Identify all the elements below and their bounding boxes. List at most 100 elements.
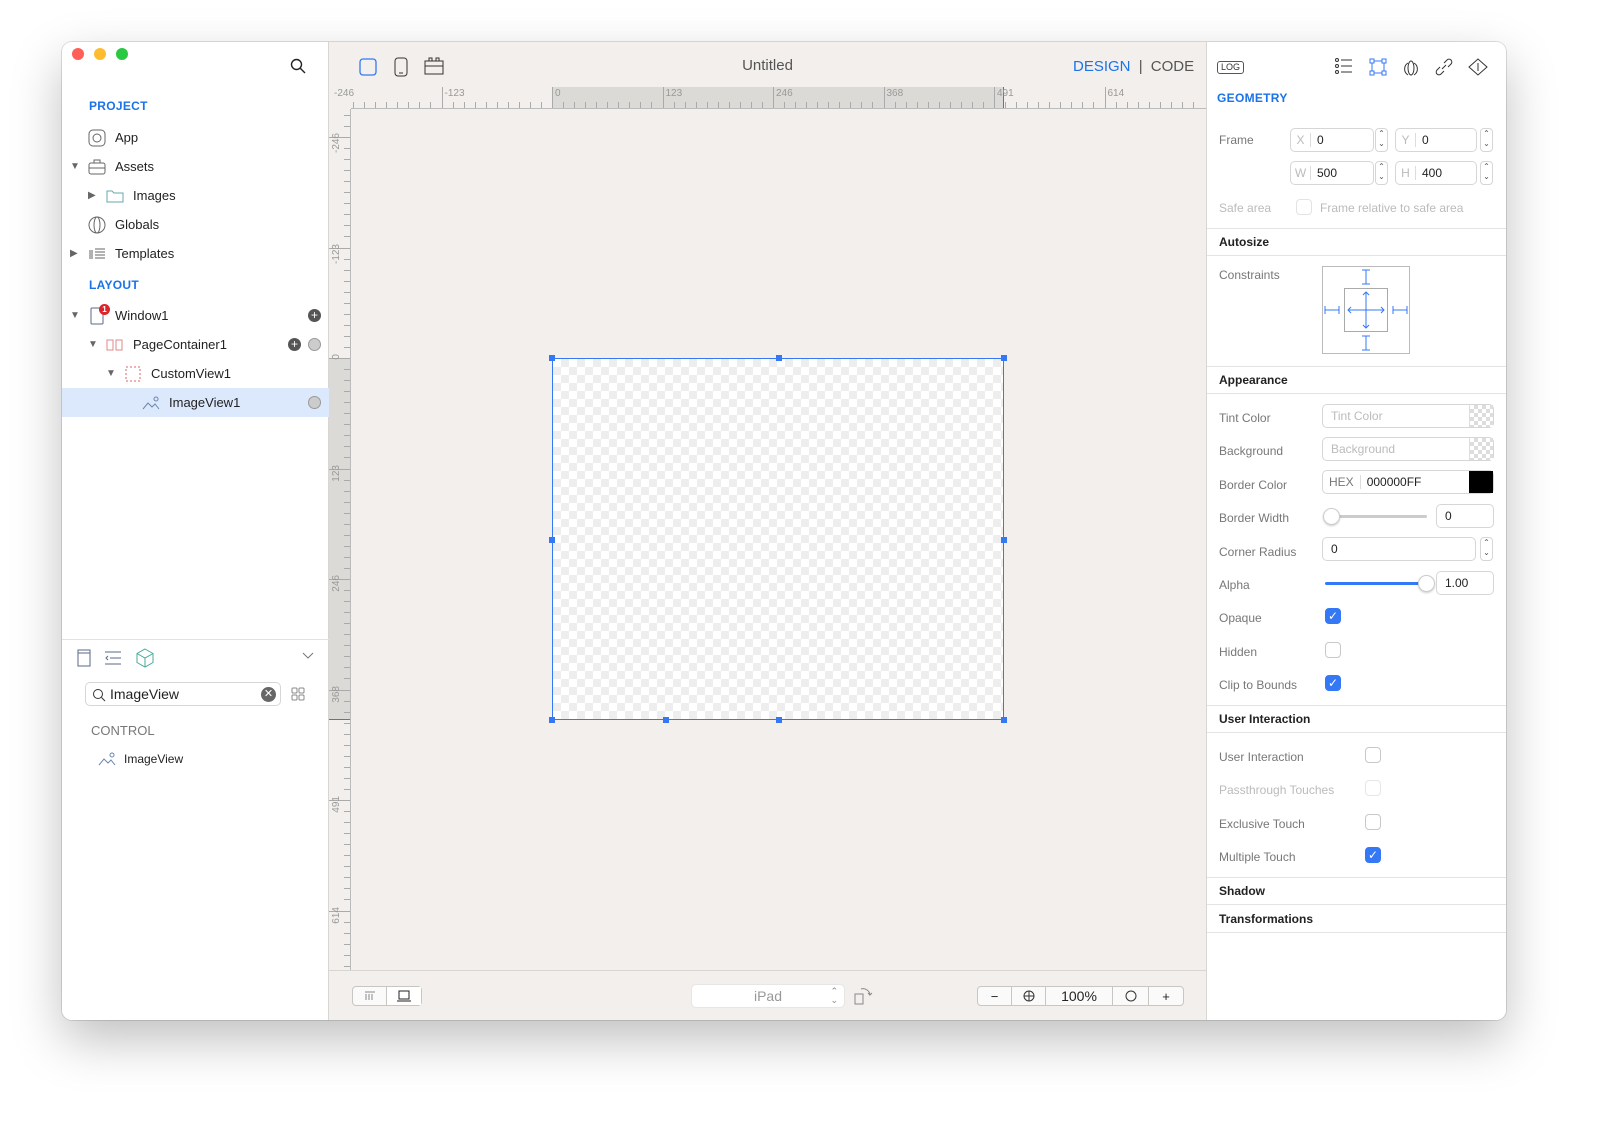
user-interaction-checkbox[interactable] xyxy=(1365,747,1381,763)
geometry-tab-icon[interactable] xyxy=(1369,58,1387,76)
library-search-input[interactable]: ImageView ✕ xyxy=(85,682,281,706)
code-tab[interactable]: CODE xyxy=(1151,58,1194,75)
disclosure-triangle-expanded-icon[interactable]: ▼ xyxy=(88,339,100,350)
tree-item-imageview1[interactable]: ImageView1 xyxy=(62,388,329,417)
border-color-field[interactable]: HEX 000000FF xyxy=(1322,470,1494,494)
resize-handle[interactable] xyxy=(1001,355,1007,361)
clip-to-bounds-checkbox[interactable]: ✓ xyxy=(1325,675,1341,691)
border-width-field[interactable]: 0 xyxy=(1436,504,1494,528)
alpha-field[interactable]: 1.00 xyxy=(1436,571,1494,595)
tree-item-pagecontainer1[interactable]: ▼ PageContainer1 + xyxy=(62,330,329,359)
height-stepper[interactable]: ⌃ ⌄ xyxy=(1480,161,1493,185)
device-select[interactable]: iPad ⌃ ⌄ xyxy=(691,984,845,1008)
disclosure-triangle-expanded-icon[interactable]: ▼ xyxy=(70,161,82,172)
zoom-level[interactable]: 100% xyxy=(1046,987,1113,1005)
height-field[interactable]: H 400 xyxy=(1395,161,1477,185)
width-field[interactable]: W 500 xyxy=(1290,161,1374,185)
appearance-section-header[interactable]: Appearance xyxy=(1207,366,1506,394)
resize-handle[interactable] xyxy=(549,355,555,361)
rotate-device-icon[interactable] xyxy=(853,986,873,1006)
multiple-touch-checkbox[interactable]: ✓ xyxy=(1365,847,1381,863)
add-child-button[interactable]: + xyxy=(288,338,301,351)
tree-item-globals[interactable]: Globals xyxy=(62,210,329,239)
zoom-out-button[interactable]: − xyxy=(978,987,1012,1005)
resize-handle[interactable] xyxy=(1001,537,1007,543)
disclosure-triangle-expanded-icon[interactable]: ▼ xyxy=(70,310,82,321)
y-field[interactable]: Y0 xyxy=(1395,128,1477,152)
close-window-button[interactable] xyxy=(72,48,84,60)
resize-handle[interactable] xyxy=(663,717,669,723)
width-stepper[interactable]: ⌃ ⌄ xyxy=(1375,161,1388,185)
link-icon[interactable] xyxy=(1435,58,1453,76)
exclusive-touch-checkbox[interactable] xyxy=(1365,814,1381,830)
tree-item-images[interactable]: ▶ Images xyxy=(62,181,329,210)
library-components-icon[interactable] xyxy=(136,648,154,668)
y-stepper[interactable]: ⌃ ⌄ xyxy=(1480,128,1493,152)
shadow-section-header[interactable]: Shadow xyxy=(1207,877,1506,905)
slider-thumb[interactable] xyxy=(1323,508,1340,525)
background-color-field[interactable]: Background xyxy=(1322,437,1494,461)
corner-radius-stepper[interactable]: ⌃ ⌄ xyxy=(1480,537,1493,561)
library-pages-icon[interactable] xyxy=(77,649,91,667)
constraints-editor[interactable] xyxy=(1322,266,1412,356)
autosize-section-header[interactable]: Autosize xyxy=(1207,228,1506,256)
x-field[interactable]: X0 xyxy=(1290,128,1374,152)
disclosure-triangle-collapsed-icon[interactable]: ▶ xyxy=(70,248,82,259)
mode-separator: | xyxy=(1138,58,1143,75)
color-swatch[interactable] xyxy=(1469,471,1493,493)
resize-handle[interactable] xyxy=(776,355,782,361)
list-icon[interactable] xyxy=(1335,58,1353,74)
resize-handle[interactable] xyxy=(776,717,782,723)
color-swatch[interactable] xyxy=(1469,438,1493,460)
zoom-in-button[interactable]: + xyxy=(1149,987,1183,1005)
ruler-tick xyxy=(344,645,350,647)
sidebar-toggle-button[interactable] xyxy=(353,987,388,1005)
safe-area-checkbox[interactable] xyxy=(1296,199,1312,215)
zoom-fit-button[interactable] xyxy=(1012,987,1046,1005)
alpha-slider[interactable] xyxy=(1325,575,1435,592)
resize-handle[interactable] xyxy=(1001,717,1007,723)
tree-item-app[interactable]: App xyxy=(62,123,329,152)
hidden-checkbox[interactable] xyxy=(1325,642,1341,658)
disclosure-triangle-expanded-icon[interactable]: ▼ xyxy=(106,368,118,379)
opaque-checkbox[interactable]: ✓ xyxy=(1325,608,1341,624)
log-button[interactable]: LOG xyxy=(1217,61,1245,74)
library-code-icon[interactable] xyxy=(104,651,122,665)
resize-handle[interactable] xyxy=(549,717,555,723)
zoom-window-button[interactable] xyxy=(116,48,128,60)
tree-item-window1[interactable]: ▼ 1 Window1 + xyxy=(62,301,329,330)
tree-item-assets[interactable]: ▼ Assets xyxy=(62,152,329,181)
tree-item-customview1[interactable]: ▼ CustomView1 xyxy=(62,359,329,388)
imageview1-canvas-element[interactable] xyxy=(549,355,1007,723)
tint-color-field[interactable]: Tint Color xyxy=(1322,404,1494,428)
transformations-section-header[interactable]: Transformations xyxy=(1207,905,1506,933)
design-tab[interactable]: DESIGN xyxy=(1073,58,1131,75)
resize-handle[interactable] xyxy=(549,537,555,543)
disclosure-triangle-collapsed-icon[interactable]: ▶ xyxy=(88,190,100,201)
visibility-toggle[interactable] xyxy=(308,396,321,409)
slider-thumb[interactable] xyxy=(1418,575,1435,592)
ruler-tick xyxy=(344,313,350,315)
animation-tab-icon[interactable] xyxy=(1468,58,1488,76)
library-item-imageview[interactable]: ImageView xyxy=(98,752,183,766)
tint-color-label: Tint Color xyxy=(1219,411,1271,425)
corner-radius-field[interactable]: 0 xyxy=(1322,537,1476,561)
ruler-tick xyxy=(1016,102,1018,108)
search-icon[interactable] xyxy=(290,58,306,74)
inspector-toggle-button[interactable] xyxy=(387,987,421,1005)
chevron-down-icon[interactable] xyxy=(302,652,314,660)
ruler-tick xyxy=(828,102,830,108)
grid-view-icon[interactable] xyxy=(291,687,305,701)
zoom-actual-button[interactable] xyxy=(1113,987,1149,1005)
tree-item-templates[interactable]: ▶ Templates xyxy=(62,239,329,268)
border-width-slider[interactable] xyxy=(1323,508,1427,525)
visibility-toggle[interactable] xyxy=(308,338,321,351)
passthrough-touches-checkbox[interactable] xyxy=(1365,780,1381,796)
appearance-tab-icon[interactable] xyxy=(1402,58,1420,76)
color-swatch[interactable] xyxy=(1469,405,1493,427)
minimize-window-button[interactable] xyxy=(94,48,106,60)
add-child-button[interactable]: + xyxy=(308,309,321,322)
user-interaction-section-header[interactable]: User Interaction xyxy=(1207,705,1506,733)
clear-search-button[interactable]: ✕ xyxy=(261,687,276,702)
x-stepper[interactable]: ⌃ ⌄ xyxy=(1375,128,1388,152)
